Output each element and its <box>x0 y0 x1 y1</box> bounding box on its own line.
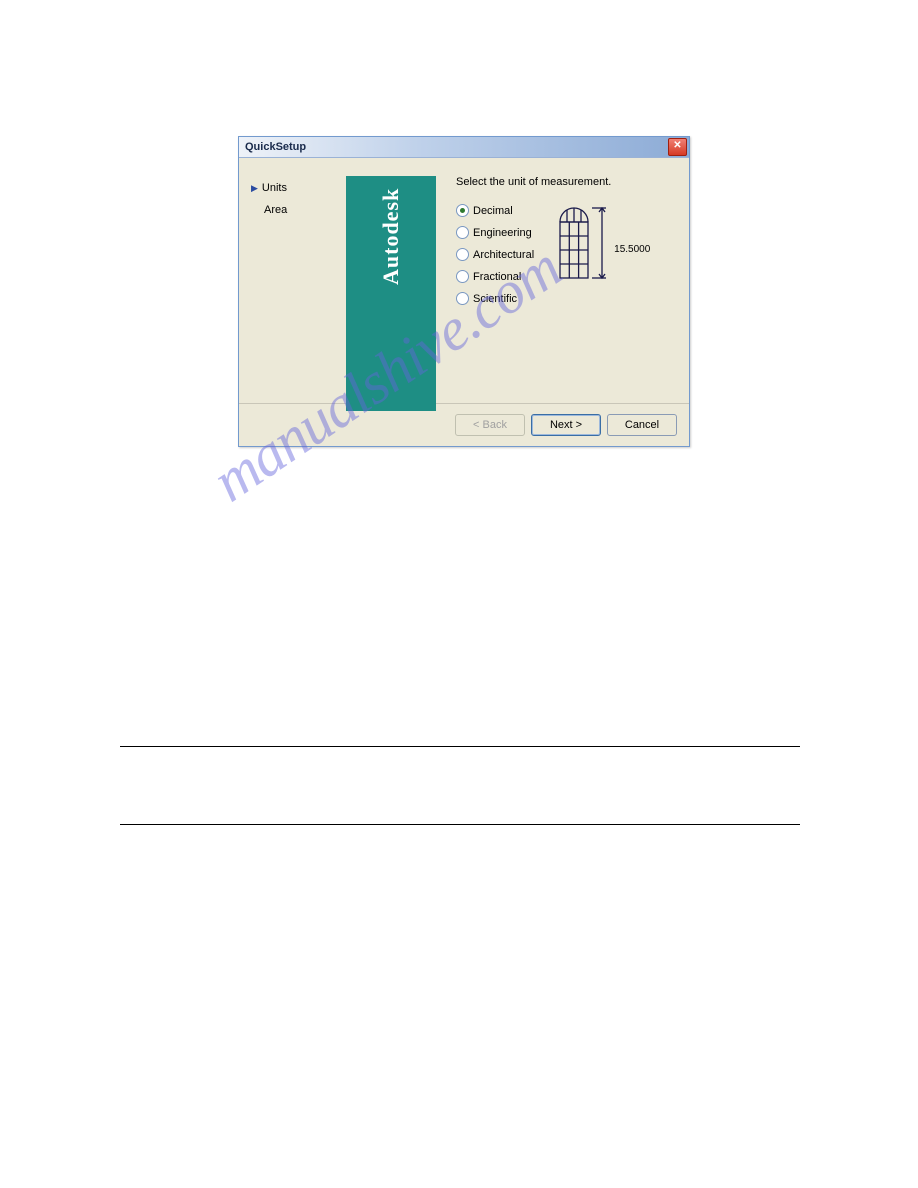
radio-label: Engineering <box>473 227 532 239</box>
dialog-body: ▶ Units Area Autodesk Select the unit of… <box>239 158 689 403</box>
radio-icon <box>456 226 469 239</box>
radio-icon <box>456 270 469 283</box>
radio-label: Scientific <box>473 293 517 305</box>
dimension-value: 15.5000 <box>614 244 650 255</box>
back-button: < Back <box>455 414 525 436</box>
nav-label-units: Units <box>262 182 287 194</box>
dialog-footer: < Back Next > Cancel <box>239 403 689 446</box>
radio-fractional[interactable]: Fractional <box>456 270 534 283</box>
horizontal-rule <box>120 824 800 825</box>
radio-label: Fractional <box>473 271 521 283</box>
radio-icon <box>456 292 469 305</box>
options-row: Decimal Engineering Architectural Fracti… <box>456 204 677 305</box>
radio-label: Decimal <box>473 205 513 217</box>
cancel-button[interactable]: Cancel <box>607 414 677 436</box>
nav-item-area[interactable]: Area <box>251 204 346 216</box>
nav-label-area: Area <box>264 204 287 216</box>
radio-decimal[interactable]: Decimal <box>456 204 534 217</box>
brand-text: Autodesk <box>378 188 404 285</box>
dialog-title: QuickSetup <box>245 141 306 153</box>
arrow-icon: ▶ <box>251 183 258 194</box>
quicksetup-dialog: QuickSetup ✕ ▶ Units Area Autodesk Selec… <box>238 136 690 447</box>
radio-engineering[interactable]: Engineering <box>456 226 534 239</box>
nav-item-units[interactable]: ▶ Units <box>251 182 346 194</box>
radio-label: Architectural <box>473 249 534 261</box>
radio-architectural[interactable]: Architectural <box>456 248 534 261</box>
next-button[interactable]: Next > <box>531 414 601 436</box>
radio-icon <box>456 248 469 261</box>
radio-scientific[interactable]: Scientific <box>456 292 534 305</box>
unit-preview: 15.5000 <box>554 204 654 304</box>
radio-icon <box>456 204 469 217</box>
wizard-nav: ▶ Units Area <box>251 176 346 393</box>
dialog-titlebar: QuickSetup ✕ <box>239 137 689 158</box>
autodesk-banner: Autodesk <box>346 176 436 411</box>
dialog-content: Select the unit of measurement. Decimal … <box>436 176 677 393</box>
close-button[interactable]: ✕ <box>668 138 687 156</box>
unit-radio-group: Decimal Engineering Architectural Fracti… <box>456 204 534 305</box>
horizontal-rule <box>120 746 800 747</box>
instruction-text: Select the unit of measurement. <box>456 176 677 188</box>
